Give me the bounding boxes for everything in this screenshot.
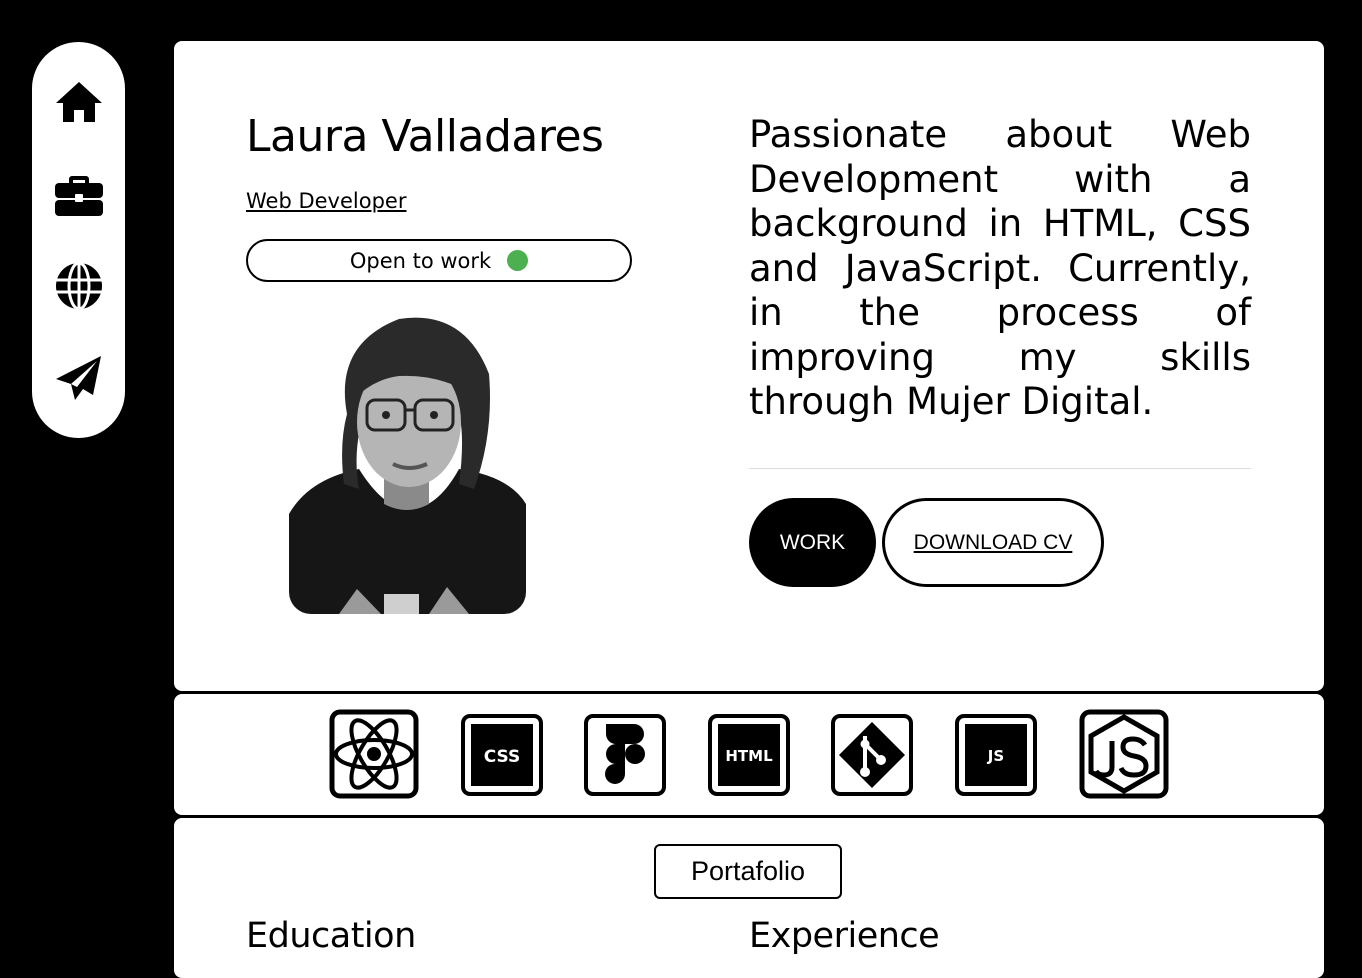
status-label: Open to work — [349, 248, 492, 273]
profile-name: Laura Valladares — [246, 111, 604, 162]
skills-strip: CSS HTML JS — [174, 694, 1324, 815]
hero-card: Laura Valladares Web Developer Open to w… — [174, 41, 1324, 691]
bio-text: Passionate about Web Development with a … — [749, 113, 1251, 423]
html-icon: HTML — [708, 714, 790, 796]
svg-text:JS: JS — [987, 747, 1004, 765]
home-icon — [55, 82, 102, 122]
avatar — [289, 304, 526, 614]
paper-plane-icon — [55, 356, 101, 400]
nav-globe-button[interactable] — [49, 256, 109, 316]
globe-icon — [55, 261, 102, 311]
svg-text:HTML: HTML — [725, 747, 773, 765]
nav-contact-button[interactable] — [49, 348, 109, 408]
status-dot-icon — [507, 250, 529, 271]
nodejs-icon — [1079, 709, 1169, 799]
education-title: Education — [246, 916, 416, 956]
css-icon: CSS — [461, 714, 543, 796]
react-icon — [329, 709, 419, 799]
nav-home-button[interactable] — [49, 72, 109, 132]
briefcase-icon — [54, 176, 103, 216]
svg-text:CSS: CSS — [484, 747, 521, 767]
download-cv-button[interactable]: DOWNLOAD CV — [882, 498, 1104, 587]
portfolio-section: Portafolio Education Experience — [174, 818, 1324, 978]
profile-role-link[interactable]: Web Developer — [246, 189, 406, 213]
git-icon — [831, 714, 913, 796]
experience-title: Experience — [749, 916, 940, 956]
portfolio-button[interactable]: Portafolio — [654, 844, 842, 899]
figma-icon — [584, 714, 666, 796]
work-button[interactable]: WORK — [749, 498, 876, 587]
javascript-icon: JS — [955, 714, 1037, 796]
nav-work-button[interactable] — [49, 164, 109, 224]
status-badge: Open to work — [246, 239, 632, 282]
divider — [749, 468, 1251, 469]
side-nav — [32, 42, 125, 438]
